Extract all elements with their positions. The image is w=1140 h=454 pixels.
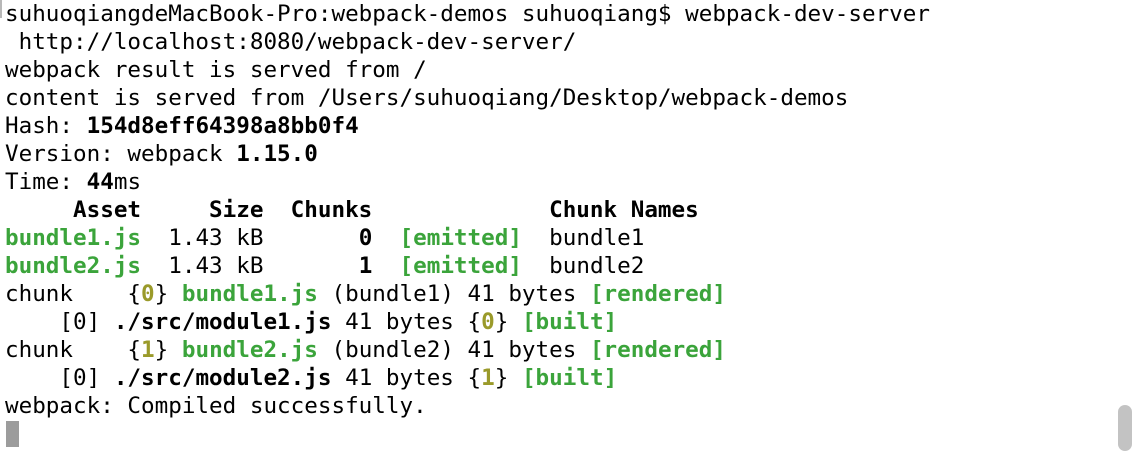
- terminal-text-segment: 0: [481, 309, 495, 335]
- terminal-text-segment: [emitted]: [399, 253, 522, 279]
- terminal-text-segment: 41 bytes {: [331, 309, 482, 335]
- terminal-output: suhuoqiangdeMacBook-Pro:webpack-demos su…: [5, 0, 930, 420]
- terminal-text-segment: (bundle1) 41 bytes: [317, 281, 590, 307]
- terminal-text-segment: ms: [113, 169, 142, 195]
- window-edge: [0, 0, 2, 18]
- terminal-line: webpack result is served from /: [5, 56, 930, 84]
- terminal-text-segment: 41 bytes {: [331, 365, 482, 391]
- terminal-text-segment: chunk {: [5, 337, 142, 363]
- terminal-line: Time: 44ms: [5, 168, 930, 196]
- terminal-text-segment: }: [494, 365, 522, 391]
- terminal-text-segment: bundle2: [521, 253, 645, 279]
- terminal-text-segment: bundle1: [521, 225, 645, 251]
- terminal-text-segment: Hash:: [5, 113, 87, 139]
- terminal-text-segment: 0: [358, 225, 373, 251]
- terminal-window[interactable]: suhuoqiangdeMacBook-Pro:webpack-demos su…: [0, 0, 1140, 454]
- terminal-text-segment: content is served from /Users/suhuoqiang…: [5, 85, 849, 111]
- terminal-line: chunk {1} bundle2.js (bundle2) 41 bytes …: [5, 336, 930, 364]
- terminal-line: [0] ./src/module1.js 41 bytes {0} [built…: [5, 308, 930, 336]
- terminal-line: Hash: 154d8eff64398a8bb0f4: [5, 112, 930, 140]
- terminal-text-segment: [emitted]: [399, 225, 522, 251]
- terminal-line: Version: webpack 1.15.0: [5, 140, 930, 168]
- terminal-text-segment: bundle2.js: [5, 253, 142, 279]
- terminal-line: suhuoqiangdeMacBook-Pro:webpack-demos su…: [5, 0, 930, 28]
- scrollbar-thumb[interactable]: [1118, 405, 1132, 451]
- terminal-text-segment: chunk {: [5, 281, 142, 307]
- terminal-text-segment: bundle1.js: [181, 281, 318, 307]
- terminal-text-segment: }: [494, 309, 522, 335]
- terminal-text-segment: 1: [358, 253, 373, 279]
- terminal-line: webpack: Compiled successfully.: [5, 392, 930, 420]
- terminal-text-segment: webpack result is served from /: [5, 57, 427, 83]
- terminal-line: content is served from /Users/suhuoqiang…: [5, 84, 930, 112]
- terminal-text-segment: [0]: [5, 309, 114, 335]
- terminal-text-segment: 1: [481, 365, 495, 391]
- terminal-cursor: [6, 421, 19, 447]
- terminal-text-segment: 154d8eff64398a8bb0f4: [86, 113, 359, 139]
- terminal-text-segment: [rendered]: [589, 337, 726, 363]
- terminal-line: bundle2.js 1.43 kB 1 [emitted] bundle2: [5, 252, 930, 280]
- terminal-text-segment: 1.43 kB: [141, 253, 359, 279]
- terminal-text-segment: bundle1.js: [5, 225, 142, 251]
- terminal-text-segment: suhuoqiangdeMacBook-Pro:webpack-demos su…: [5, 1, 930, 27]
- terminal-text-segment: [built]: [521, 365, 618, 391]
- terminal-text-segment: }: [154, 337, 182, 363]
- terminal-text-segment: [rendered]: [589, 281, 726, 307]
- terminal-text-segment: Time:: [5, 169, 87, 195]
- terminal-text-segment: }: [154, 281, 182, 307]
- terminal-line: chunk {0} bundle1.js (bundle1) 41 bytes …: [5, 280, 930, 308]
- terminal-text-segment: [built]: [521, 309, 618, 335]
- terminal-text-segment: [0]: [5, 365, 114, 391]
- terminal-line: bundle1.js 1.43 kB 0 [emitted] bundle1: [5, 224, 930, 252]
- terminal-text-segment: 1: [141, 337, 155, 363]
- terminal-text-segment: (bundle2) 41 bytes: [317, 337, 590, 363]
- terminal-text-segment: 0: [141, 281, 155, 307]
- terminal-text-segment: webpack: Compiled successfully.: [5, 393, 427, 419]
- terminal-text-segment: 1.43 kB: [141, 225, 359, 251]
- terminal-line: Asset Size Chunks Chunk Names: [5, 196, 930, 224]
- terminal-text-segment: ./src/module1.js: [113, 309, 332, 335]
- terminal-text-segment: 1.15.0: [236, 141, 318, 167]
- terminal-text-segment: Version: webpack: [5, 141, 237, 167]
- terminal-text-segment: 44: [86, 169, 114, 195]
- terminal-line: http://localhost:8080/webpack-dev-server…: [5, 28, 930, 56]
- terminal-text-segment: http://localhost:8080/webpack-dev-server…: [5, 29, 577, 55]
- terminal-text-segment: Asset Size Chunks Chunk Names: [5, 197, 699, 223]
- terminal-text-segment: bundle2.js: [181, 337, 318, 363]
- terminal-text-segment: ./src/module2.js: [113, 365, 332, 391]
- terminal-line: [0] ./src/module2.js 41 bytes {1} [built…: [5, 364, 930, 392]
